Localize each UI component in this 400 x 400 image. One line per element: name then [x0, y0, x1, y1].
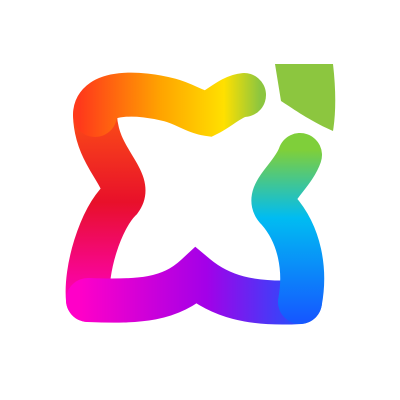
- logo-right-arc: [251, 133, 325, 324]
- logo-top-arc: [73, 72, 266, 137]
- rainbow-petal-logo-icon: [65, 64, 336, 325]
- logo-green-petal: [275, 64, 336, 131]
- logo-left-arc: [65, 93, 146, 322]
- logo-canvas: [0, 0, 400, 400]
- logo-bottom-arc: [66, 246, 322, 325]
